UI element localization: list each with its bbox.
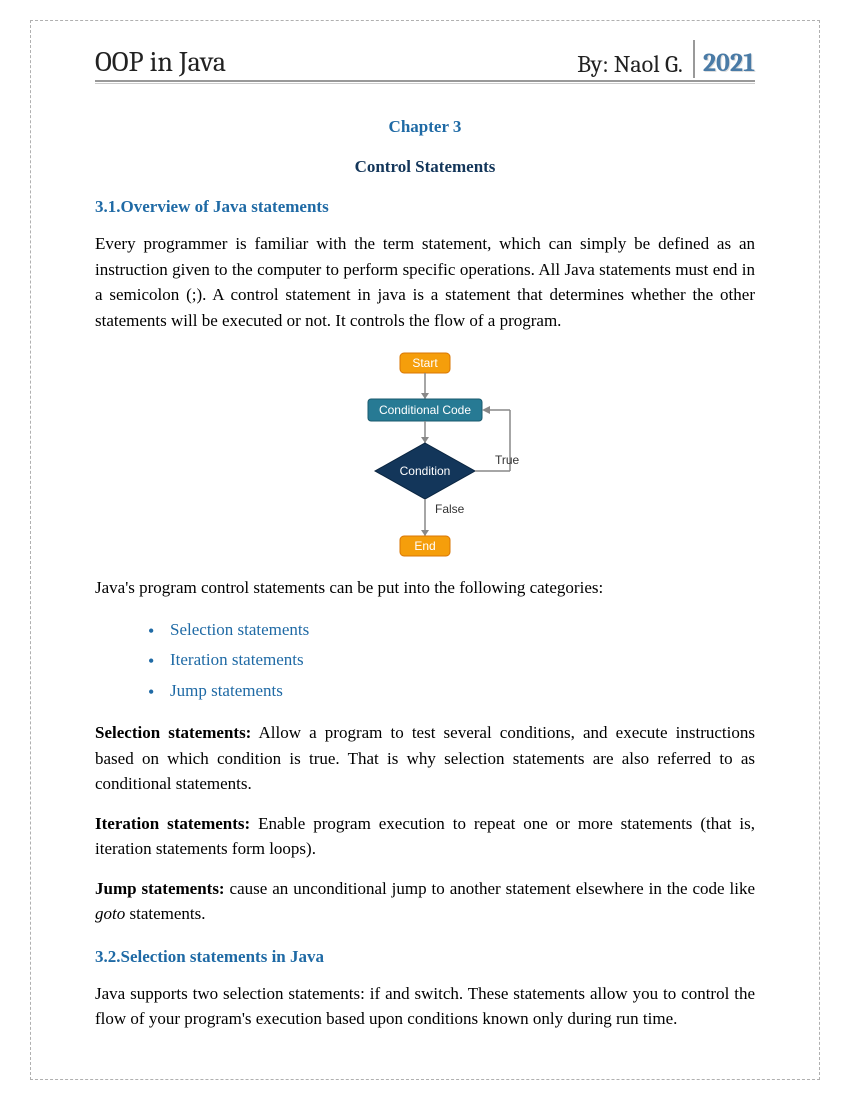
list-item: Jump statements (170, 676, 755, 707)
page-content: OOP in Java By: Naol G. 2021 Chapter 3 C… (95, 40, 755, 1032)
definition-selection: Selection statements: Allow a program to… (95, 720, 755, 797)
condition-label: Condition (400, 464, 451, 478)
paragraph-overview: Every programmer is familiar with the te… (95, 231, 755, 333)
flowchart-diagram: Start Conditional Code Condition True Fa… (300, 351, 550, 561)
def-body-a: cause an unconditional jump to another s… (225, 879, 755, 898)
header-title: OOP in Java (95, 46, 577, 78)
end-label: End (414, 539, 435, 553)
arrow-2 (421, 437, 429, 443)
def-term: Iteration statements: (95, 814, 250, 833)
section-heading-3-2: 3.2.Selection statements in Java (95, 947, 755, 967)
def-term: Jump statements: (95, 879, 225, 898)
def-term: Selection statements: (95, 723, 251, 742)
def-italic: goto (95, 904, 125, 923)
true-label: True (495, 453, 520, 467)
chapter-title: Control Statements (95, 157, 755, 177)
section-heading-3-1: 3.1.Overview of Java statements (95, 197, 755, 217)
header-author: By: Naol G. (577, 50, 693, 78)
def-body-b: statements. (125, 904, 205, 923)
chapter-label: Chapter 3 (95, 117, 755, 137)
page-header: OOP in Java By: Naol G. 2021 (95, 40, 755, 82)
categories-list: Selection statements Iteration statement… (95, 615, 755, 707)
definition-iteration: Iteration statements: Enable program exe… (95, 811, 755, 862)
cond-code-label: Conditional Code (379, 403, 471, 417)
paragraph-selection-intro: Java supports two selection statements: … (95, 981, 755, 1032)
header-underline (95, 83, 755, 84)
paragraph-categories: Java's program control statements can be… (95, 575, 755, 601)
header-year: 2021 (703, 48, 755, 78)
list-item: Iteration statements (170, 645, 755, 676)
definition-jump: Jump statements: cause an unconditional … (95, 876, 755, 927)
list-item: Selection statements (170, 615, 755, 646)
false-label: False (435, 502, 465, 516)
start-label: Start (412, 356, 438, 370)
arrow-1 (421, 393, 429, 399)
arrow-false (421, 530, 429, 536)
arrow-true (482, 406, 490, 414)
header-divider (693, 40, 695, 78)
